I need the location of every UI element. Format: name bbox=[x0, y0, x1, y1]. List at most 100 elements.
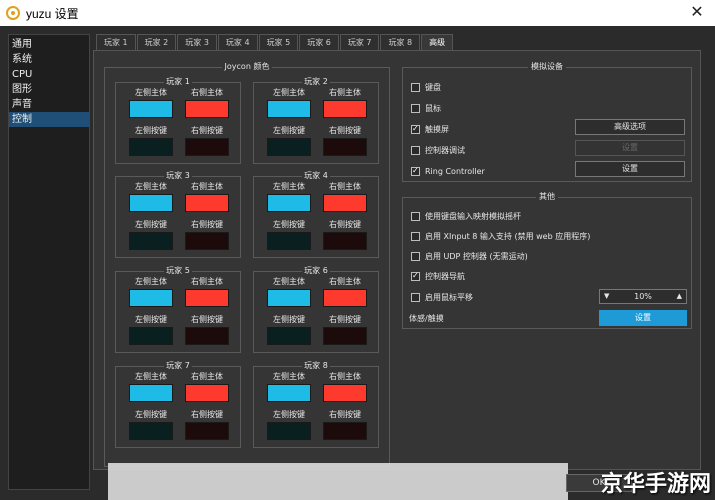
tab-player-7[interactable]: 玩家 7 bbox=[339, 34, 380, 50]
ring-controller-configure-button[interactable]: 设置 bbox=[575, 161, 685, 177]
left-buttons-color-button[interactable] bbox=[129, 327, 173, 345]
mouse-pan-sensitivity-spinbox[interactable]: ▼ 10% ▲ bbox=[599, 289, 687, 304]
left-body-color-button[interactable] bbox=[129, 384, 173, 402]
right-body-cell: 右侧主体 bbox=[318, 276, 372, 307]
left-body-color-button[interactable] bbox=[129, 194, 173, 212]
controller-nav-checkbox[interactable] bbox=[411, 271, 420, 281]
left-buttons-color-button[interactable] bbox=[129, 232, 173, 250]
debug-controller-label: 控制器调试 bbox=[425, 145, 465, 155]
right-buttons-color-button[interactable] bbox=[185, 232, 229, 250]
right-body-color-button[interactable] bbox=[323, 384, 367, 402]
sidebar-item-audio[interactable]: 声音 bbox=[9, 97, 89, 112]
emulated-devices-title: 模拟设备 bbox=[528, 62, 566, 71]
right-body-color-button[interactable] bbox=[185, 100, 229, 118]
advanced-options-button[interactable]: 高级选项 bbox=[575, 119, 685, 135]
ring-controller-checkbox[interactable] bbox=[411, 166, 420, 176]
right-buttons-cell: 右侧按键 bbox=[180, 219, 234, 250]
right-buttons-cell: 右侧按键 bbox=[318, 409, 372, 440]
left-buttons-label: 左侧按键 bbox=[273, 410, 305, 419]
left-body-color-button[interactable] bbox=[267, 289, 311, 307]
player-3-colors: 玩家 3 左侧主体 右侧主体 左侧按键 右侧按键 bbox=[115, 171, 241, 258]
emulated-devices-group: 模拟设备 键盘 鼠标 触摸屏 高级选项 控制器调试 设置 Ring Contro… bbox=[402, 62, 692, 182]
keyboard-as-stick-checkbox[interactable] bbox=[411, 211, 420, 221]
close-icon[interactable]: ✕ bbox=[689, 4, 705, 20]
right-buttons-color-button[interactable] bbox=[185, 327, 229, 345]
sidebar-item-graphics[interactable]: 图形 bbox=[9, 82, 89, 97]
player-title: 玩家 6 bbox=[302, 266, 330, 275]
left-buttons-color-button[interactable] bbox=[267, 327, 311, 345]
right-buttons-label: 右侧按键 bbox=[191, 126, 223, 135]
tab-player-2[interactable]: 玩家 2 bbox=[136, 34, 177, 50]
udp-checkbox[interactable] bbox=[411, 251, 420, 261]
left-body-color-button[interactable] bbox=[129, 100, 173, 118]
right-body-color-button[interactable] bbox=[185, 384, 229, 402]
right-body-color-button[interactable] bbox=[185, 194, 229, 212]
right-body-color-button[interactable] bbox=[185, 289, 229, 307]
right-buttons-label: 右侧按键 bbox=[329, 126, 361, 135]
tab-player-8[interactable]: 玩家 8 bbox=[380, 34, 421, 50]
tab-advanced[interactable]: 高级 bbox=[421, 34, 454, 51]
player-title: 玩家 2 bbox=[302, 77, 330, 86]
left-buttons-color-button[interactable] bbox=[267, 232, 311, 250]
right-body-color-button[interactable] bbox=[323, 289, 367, 307]
yuzu-logo-icon bbox=[6, 6, 20, 20]
sidebar-item-cpu[interactable]: CPU bbox=[9, 67, 89, 82]
tab-player-4[interactable]: 玩家 4 bbox=[217, 34, 258, 50]
left-buttons-color-button[interactable] bbox=[129, 138, 173, 156]
right-buttons-label: 右侧按键 bbox=[329, 220, 361, 229]
right-buttons-color-button[interactable] bbox=[323, 138, 367, 156]
left-buttons-cell: 左侧按键 bbox=[262, 314, 316, 345]
left-buttons-color-button[interactable] bbox=[129, 422, 173, 440]
player-title: 玩家 1 bbox=[164, 77, 192, 86]
right-buttons-cell: 右侧按键 bbox=[318, 125, 372, 156]
right-buttons-cell: 右侧按键 bbox=[318, 219, 372, 250]
left-buttons-color-button[interactable] bbox=[267, 138, 311, 156]
right-body-color-button[interactable] bbox=[323, 194, 367, 212]
left-body-color-button[interactable] bbox=[267, 100, 311, 118]
right-body-cell: 右侧主体 bbox=[180, 87, 234, 118]
right-body-color-button[interactable] bbox=[323, 100, 367, 118]
debug-controller-configure-button[interactable]: 设置 bbox=[575, 140, 685, 156]
mouse-checkbox[interactable] bbox=[411, 103, 420, 113]
right-body-cell: 右侧主体 bbox=[318, 181, 372, 212]
sidebar-item-controls[interactable]: 控制 bbox=[9, 112, 89, 127]
right-buttons-color-button[interactable] bbox=[323, 232, 367, 250]
left-body-color-button[interactable] bbox=[267, 194, 311, 212]
player-title: 玩家 8 bbox=[302, 361, 330, 370]
overlay-dialog bbox=[108, 463, 568, 500]
mouse-pan-checkbox[interactable] bbox=[411, 292, 420, 302]
left-body-cell: 左侧主体 bbox=[124, 276, 178, 307]
left-buttons-color-button[interactable] bbox=[267, 422, 311, 440]
mouse-label: 鼠标 bbox=[425, 103, 441, 113]
left-buttons-cell: 左侧按键 bbox=[262, 219, 316, 250]
tab-player-1[interactable]: 玩家 1 bbox=[96, 34, 136, 50]
left-buttons-cell: 左侧按键 bbox=[262, 409, 316, 440]
right-buttons-color-button[interactable] bbox=[185, 422, 229, 440]
player-2-colors: 玩家 2 左侧主体 右侧主体 左侧按键 右侧按键 bbox=[253, 77, 379, 164]
touchscreen-checkbox[interactable] bbox=[411, 124, 420, 134]
motion-touch-configure-button[interactable]: 设置 bbox=[599, 310, 687, 326]
tab-player-5[interactable]: 玩家 5 bbox=[258, 34, 299, 50]
sidebar-item-system[interactable]: 系统 bbox=[9, 52, 89, 67]
player-title: 玩家 3 bbox=[164, 171, 192, 180]
keyboard-checkbox[interactable] bbox=[411, 82, 420, 92]
right-body-label: 右侧主体 bbox=[329, 372, 361, 381]
xinput8-checkbox[interactable] bbox=[411, 231, 420, 241]
player-5-colors: 玩家 5 左侧主体 右侧主体 左侧按键 右侧按键 bbox=[115, 266, 241, 353]
left-body-label: 左侧主体 bbox=[135, 182, 167, 191]
player-title: 玩家 7 bbox=[164, 361, 192, 370]
right-buttons-color-button[interactable] bbox=[185, 138, 229, 156]
right-buttons-label: 右侧按键 bbox=[191, 220, 223, 229]
right-buttons-color-button[interactable] bbox=[323, 327, 367, 345]
debug-controller-checkbox[interactable] bbox=[411, 145, 420, 155]
tab-player-3[interactable]: 玩家 3 bbox=[177, 34, 217, 50]
left-body-color-button[interactable] bbox=[129, 289, 173, 307]
left-body-label: 左侧主体 bbox=[273, 88, 305, 97]
right-body-label: 右侧主体 bbox=[191, 277, 223, 286]
xinput8-row: 启用 XInput 8 输入支持 (禁用 web 应用程序) bbox=[411, 229, 590, 243]
tab-player-6[interactable]: 玩家 6 bbox=[299, 34, 339, 50]
increase-icon[interactable]: ▲ bbox=[677, 290, 682, 303]
left-body-color-button[interactable] bbox=[267, 384, 311, 402]
sidebar-item-general[interactable]: 通用 bbox=[9, 37, 89, 52]
right-buttons-color-button[interactable] bbox=[323, 422, 367, 440]
